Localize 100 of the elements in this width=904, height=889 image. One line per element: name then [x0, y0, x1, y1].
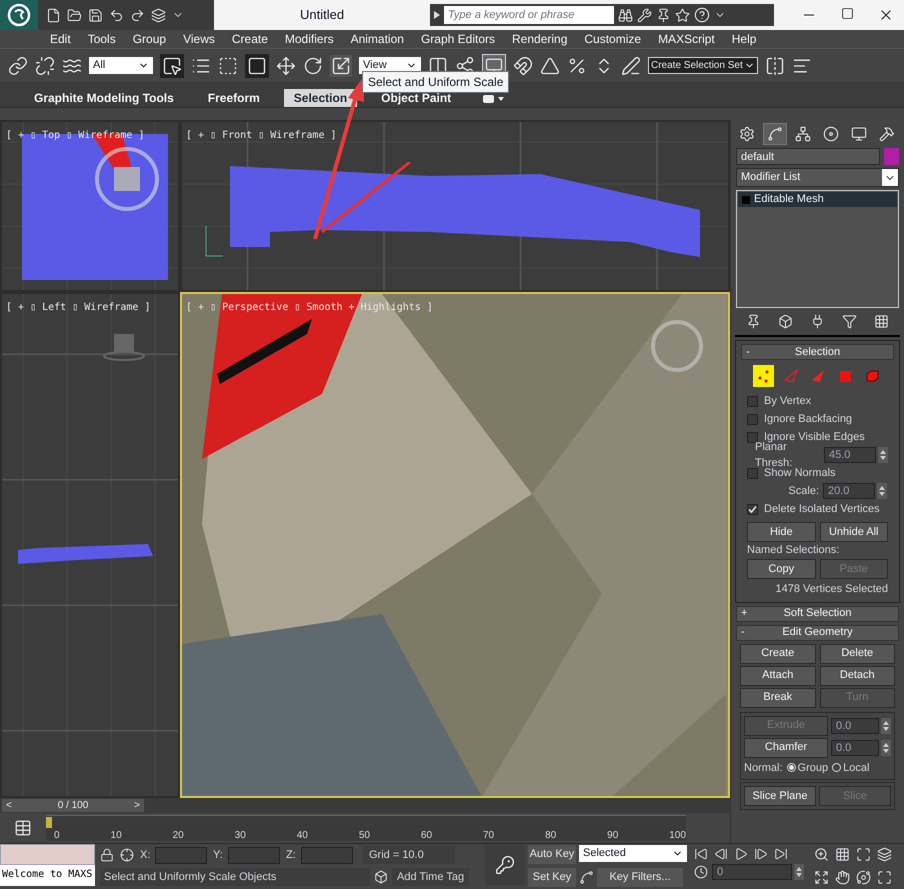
orbit-icon[interactable]: [856, 870, 871, 885]
menu-item[interactable]: Help: [732, 30, 756, 48]
rollout-toggle[interactable]: -: [737, 624, 751, 641]
menu-item[interactable]: Tools: [88, 30, 116, 48]
stack-item[interactable]: Editable Mesh: [738, 192, 897, 207]
pin-icon[interactable]: [656, 8, 671, 22]
add-time-tag-button[interactable]: Add Time Tag: [392, 868, 470, 886]
menu-item[interactable]: Group: [132, 30, 166, 48]
panel-button[interactable]: Break: [740, 688, 816, 708]
panel-button[interactable]: Attach: [740, 666, 816, 686]
pin-stack-icon[interactable]: [746, 314, 761, 329]
key-icon[interactable]: [495, 855, 515, 875]
viewport-label[interactable]: [ + ▯ Perspective ▯ Smooth + Highlights ]: [182, 302, 437, 313]
spinner-field[interactable]: 0: [712, 864, 792, 880]
named-selection-dropdown[interactable]: Create Selection Set: [648, 57, 758, 74]
monitor-icon[interactable]: [851, 126, 867, 142]
spinner-arrows-icon[interactable]: [881, 740, 891, 756]
time-slider-thumb[interactable]: < 0 / 100 >: [2, 799, 144, 812]
previous-frame-icon[interactable]: [714, 847, 728, 861]
rollout-header[interactable]: + Soft Selection: [736, 606, 899, 622]
coordinate-field[interactable]: [301, 846, 353, 864]
viewport-label[interactable]: [ + ▯ Front ▯ Wireframe ]: [182, 130, 341, 141]
viewport[interactable]: [ + ▯ Perspective ▯ Smooth + Highlights ]: [180, 292, 730, 798]
checkbox[interactable]: [747, 504, 758, 514]
spinner-arrows-icon[interactable]: [881, 718, 891, 734]
pan-icon[interactable]: [835, 870, 850, 885]
go-to-end-icon[interactable]: [774, 847, 788, 861]
checkbox[interactable]: [747, 432, 758, 442]
panel-button[interactable]: Chamfer: [744, 738, 828, 758]
lock-icon[interactable]: [100, 848, 114, 862]
redo-icon[interactable]: [130, 8, 145, 22]
next-frame-icon[interactable]: [754, 847, 768, 861]
radio-button[interactable]: [786, 763, 796, 772]
ribbon-tab[interactable]: Freeform: [198, 89, 270, 107]
binoculars-icon[interactable]: [618, 8, 633, 22]
spinner-arrows-icon[interactable]: [877, 483, 887, 499]
curve-icon[interactable]: [767, 126, 783, 142]
spinner-field[interactable]: 20.0: [823, 483, 875, 499]
rollout-header[interactable]: - Edit Geometry: [736, 624, 899, 640]
ribbon-tab[interactable]: Selection: [284, 89, 358, 107]
rotate-icon[interactable]: [303, 56, 323, 76]
menu-item[interactable]: Graph Editors: [420, 30, 495, 48]
menu-item[interactable]: Animation: [350, 30, 404, 48]
checkbox[interactable]: [747, 468, 758, 478]
open-folder-icon[interactable]: [67, 8, 82, 22]
star-icon[interactable]: [675, 8, 690, 22]
zoom-extents-icon[interactable]: [856, 847, 871, 862]
undo-icon[interactable]: [109, 8, 124, 22]
percent-snap-icon[interactable]: [567, 56, 587, 76]
menu-item[interactable]: Views: [183, 30, 215, 48]
set-key-text-button[interactable]: Set Key: [528, 868, 576, 886]
panel-button[interactable]: Slice Plane: [744, 786, 816, 806]
spinner-arrows-icon[interactable]: [878, 447, 888, 463]
selection-filter-dropdown[interactable]: All: [89, 57, 153, 74]
spinner-field[interactable]: 45.0: [824, 447, 876, 463]
listener-input-field[interactable]: [0, 844, 95, 865]
maximize-icon[interactable]: [841, 7, 854, 20]
hammer-icon[interactable]: [879, 126, 895, 142]
key-filters-button[interactable]: Key Filters...: [597, 868, 683, 886]
checkbox[interactable]: [747, 396, 758, 406]
rollout-header[interactable]: - Selection: [741, 344, 894, 360]
coordinate-field[interactable]: [228, 846, 280, 864]
auto-key-button[interactable]: Auto Key: [528, 845, 576, 864]
maximize-viewport-icon[interactable]: [877, 870, 892, 885]
save-icon[interactable]: [88, 8, 103, 22]
viewport[interactable]: [ + ▯ Left ▯ Wireframe ]: [0, 292, 180, 798]
radio-button[interactable]: [832, 763, 842, 772]
disc-icon[interactable]: [823, 126, 839, 142]
menu-item[interactable]: Create: [232, 30, 268, 48]
panel-button[interactable]: Delete: [820, 644, 895, 664]
panel-button[interactable]: Create: [740, 644, 816, 664]
prev-frame-arrow[interactable]: <: [6, 798, 12, 813]
viewport[interactable]: [ + ▯ Front ▯ Wireframe ]: [180, 120, 730, 292]
spinner-arrows-icon[interactable]: [794, 864, 804, 880]
rollout-toggle[interactable]: -: [742, 344, 756, 360]
zoom-icon[interactable]: [814, 847, 829, 862]
help-icon[interactable]: [694, 7, 710, 23]
modifier-list-dropdown[interactable]: Modifier List: [736, 168, 899, 187]
unlink-icon[interactable]: [35, 56, 55, 76]
dashed-square-icon[interactable]: [218, 56, 238, 76]
panel-button[interactable]: Unhide All: [820, 522, 888, 542]
menu-item[interactable]: Edit: [50, 30, 71, 48]
search-field[interactable]: Type a keyword or phrase: [444, 6, 614, 24]
panel-button[interactable]: Detach: [820, 666, 895, 686]
menu-item[interactable]: Rendering: [512, 30, 568, 48]
panel-button[interactable]: Copy: [747, 559, 816, 579]
next-frame-arrow[interactable]: >: [134, 798, 140, 813]
time-slider-track[interactable]: < 0 / 100 >: [0, 798, 730, 813]
menu-item[interactable]: MAXScript: [658, 30, 715, 48]
wrench-icon[interactable]: [637, 8, 652, 22]
snap-icon[interactable]: [513, 56, 533, 76]
object-name-field[interactable]: default: [736, 148, 880, 165]
app-logo-icon[interactable]: [0, 0, 38, 30]
set-key-button[interactable]: [485, 845, 525, 885]
move-icon[interactable]: [276, 56, 296, 76]
panel-button[interactable]: Hide: [747, 522, 816, 542]
play-icon[interactable]: [734, 847, 748, 861]
viewport-label[interactable]: [ + ▯ Left ▯ Wireframe ]: [2, 302, 154, 313]
go-to-start-icon[interactable]: [694, 847, 708, 861]
ribbon-tab[interactable]: Graphite Modeling Tools: [24, 89, 184, 107]
